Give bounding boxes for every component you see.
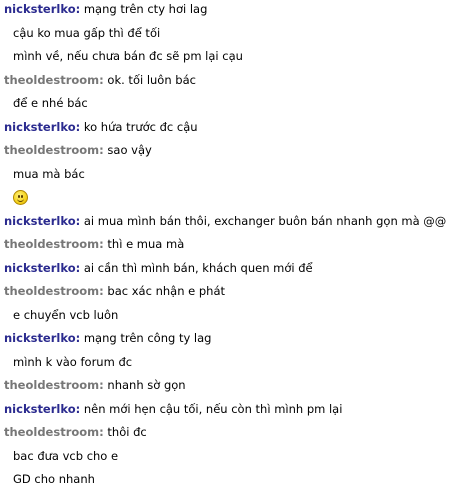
sender-colon: : (75, 401, 81, 416)
sender-colon: : (99, 72, 104, 87)
message-first-line: theoldestroom: thì e mua mà (4, 236, 470, 260)
sender-name[interactable]: theoldestroom (4, 237, 99, 251)
message-first-line: theoldestroom: bac xác nhận e phát (4, 283, 470, 307)
message-text: thì e mua mà (107, 237, 185, 251)
message-text: thôi đc (107, 425, 147, 439)
sender-name[interactable]: theoldestroom (4, 73, 99, 87)
chat-message: theoldestroom: thôi đc bac đưa vcb cho e… (4, 424, 470, 495)
chat-message: nicksterlko: ai cần thì mình bán, khách … (4, 260, 470, 284)
message-continuation: GD cho nhanh (13, 472, 95, 486)
message-first-line: theoldestroom: ok. tối luôn bác (4, 72, 470, 96)
chat-message: theoldestroom: bac xác nhận e phát e chu… (4, 283, 470, 330)
sender-name[interactable]: theoldestroom (4, 143, 99, 157)
sender-colon: : (75, 119, 81, 134)
chat-message: nicksterlko: nên mới hẹn cậu tối, nếu cò… (4, 401, 470, 425)
message-text: ai cần thì mình bán, khách quen mới để (83, 260, 313, 275)
message-text: ok. tối luôn bác (107, 72, 196, 87)
chat-message: nicksterlko: mạng trên công ty lag mình … (4, 330, 470, 377)
sender-colon: : (75, 260, 81, 275)
message-continuation: e chuyển vcb luôn (13, 307, 119, 322)
sender-name[interactable]: nicksterlko (4, 2, 76, 16)
sender-name[interactable]: nicksterlko (4, 120, 76, 134)
message-first-line: theoldestroom: sao vậy (4, 142, 470, 166)
chat-message: nicksterlko: mạng trên cty hơi lag cậu k… (4, 1, 470, 72)
sender-colon: : (99, 143, 104, 157)
sender-colon: : (75, 2, 81, 16)
sender-name[interactable]: theoldestroom (4, 425, 99, 439)
sender-name[interactable]: theoldestroom (4, 284, 99, 298)
message-continuation: bac đưa vcb cho e (13, 448, 119, 463)
message-first-line: nicksterlko: mạng trên công ty lag (4, 330, 470, 354)
message-first-line: theoldestroom: nhanh sờ gọn (4, 377, 470, 401)
smiley-icon (13, 190, 28, 205)
sender-colon: : (75, 331, 81, 345)
message-text: ai mua mình bán thôi, exchanger buôn bán… (83, 213, 447, 228)
message-continuation: mua mà bác (13, 166, 85, 181)
sender-name[interactable]: nicksterlko (4, 261, 76, 275)
chat-message: theoldestroom: ok. tối luôn bác để e nhé… (4, 72, 470, 119)
message-continuation: mình về, nếu chưa bán đc sẽ pm lại cạu (13, 49, 243, 63)
message-text: ko hứa trước đc cậu (83, 119, 198, 134)
message-continuation: cậu ko mua gấp thì để tối (13, 25, 161, 40)
message-text: nhanh sờ gọn (107, 378, 186, 392)
sender-colon: : (99, 378, 104, 392)
sender-name[interactable]: nicksterlko (4, 402, 76, 416)
sender-colon: : (99, 425, 104, 439)
message-continuation: để e nhé bác (13, 96, 88, 110)
message-first-line: nicksterlko: ai mua mình bán thôi, excha… (4, 213, 470, 237)
message-text: mạng trên công ty lag (83, 331, 212, 345)
sender-name[interactable]: theoldestroom (4, 378, 99, 392)
chat-log: nicksterlko: mạng trên cty hơi lag cậu k… (0, 0, 470, 486)
message-first-line: nicksterlko: mạng trên cty hơi lag (4, 1, 470, 25)
message-text: sao vậy (107, 143, 152, 157)
emoji-line (4, 189, 470, 213)
message-first-line: nicksterlko: ai cần thì mình bán, khách … (4, 260, 470, 284)
message-continuation: mình k vào forum đc (13, 354, 133, 369)
chat-message: nicksterlko: ko hứa trước đc cậu (4, 119, 470, 143)
chat-message: theoldestroom: sao vậy mua mà bác (4, 142, 470, 213)
chat-message: nicksterlko: ai mua mình bán thôi, excha… (4, 213, 470, 237)
sender-colon: : (99, 284, 104, 298)
chat-message: theoldestroom: thì e mua mà (4, 236, 470, 260)
message-first-line: theoldestroom: thôi đc (4, 424, 470, 448)
sender-name[interactable]: nicksterlko (4, 214, 76, 228)
sender-colon: : (75, 213, 81, 228)
message-text: bac xác nhận e phát (107, 284, 226, 298)
chat-message: theoldestroom: nhanh sờ gọn (4, 377, 470, 401)
sender-colon: : (99, 237, 104, 251)
message-text: nên mới hẹn cậu tối, nếu còn thì mình pm… (83, 401, 343, 416)
message-text: mạng trên cty hơi lag (83, 2, 208, 16)
sender-name[interactable]: nicksterlko (4, 331, 76, 345)
message-first-line: nicksterlko: nên mới hẹn cậu tối, nếu cò… (4, 401, 470, 425)
message-first-line: nicksterlko: ko hứa trước đc cậu (4, 119, 470, 143)
